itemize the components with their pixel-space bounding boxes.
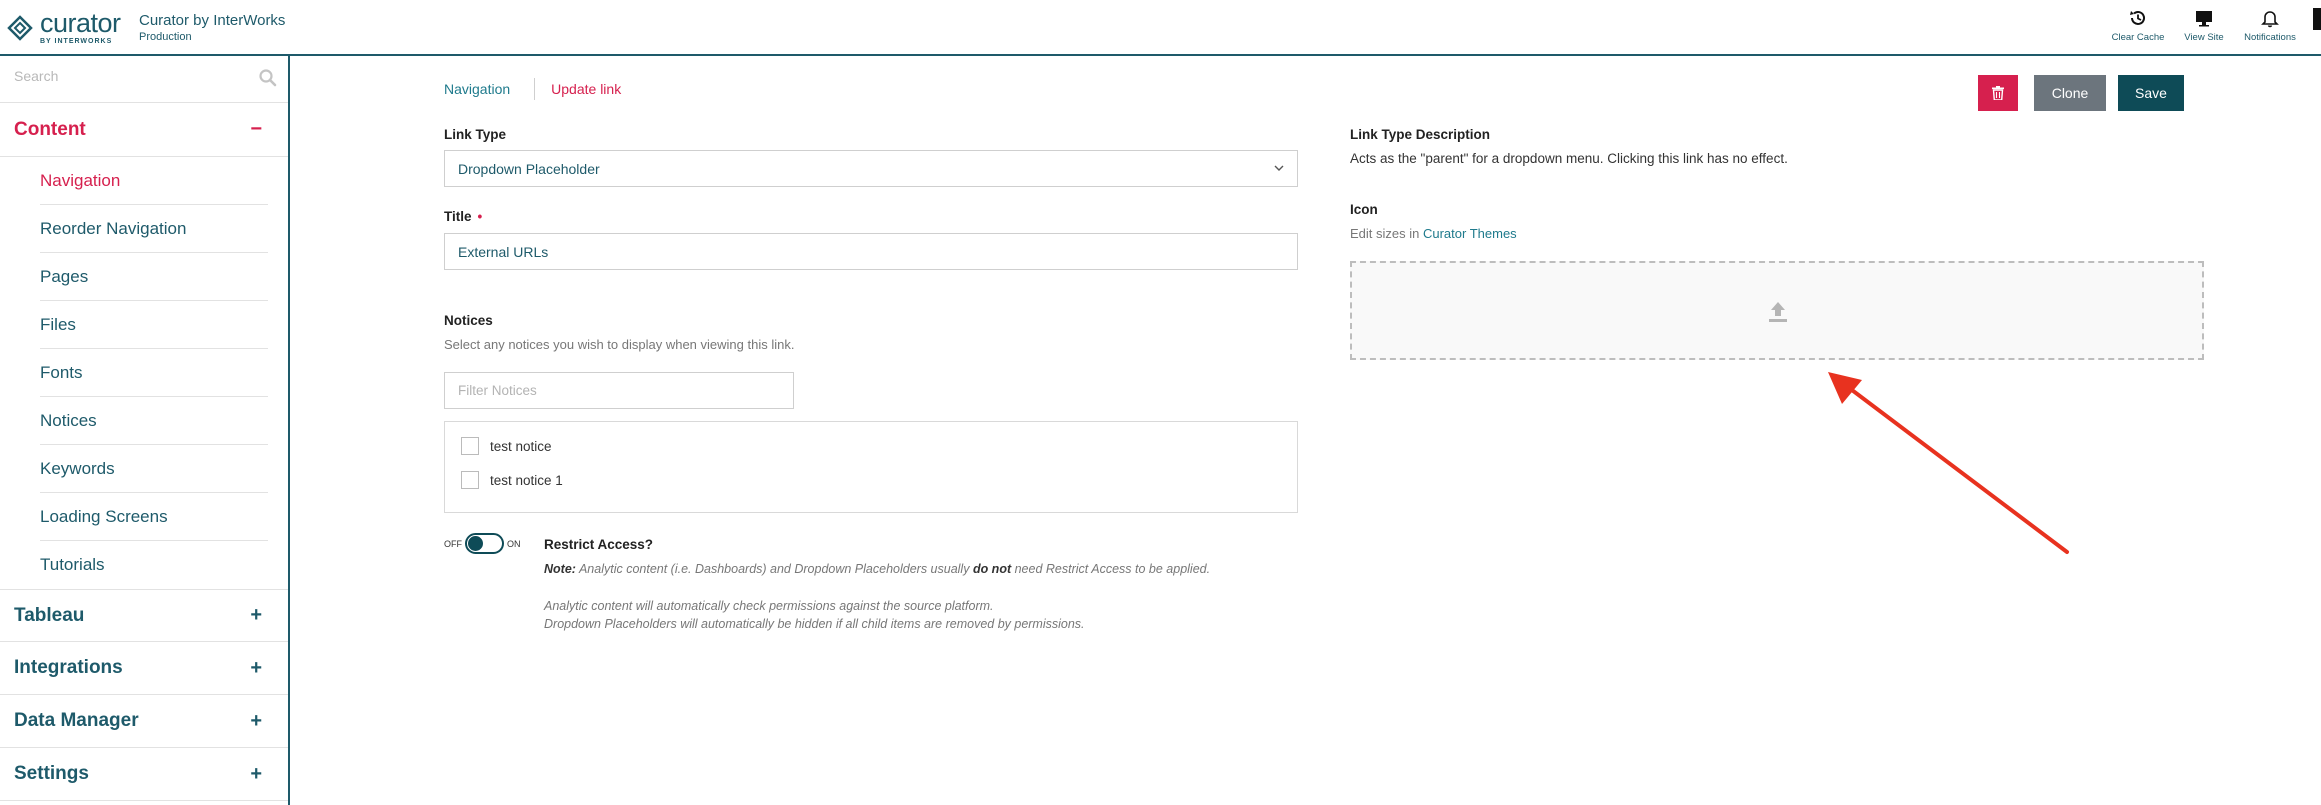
sidebar-section-settings[interactable]: Settings + [0, 748, 288, 801]
sidebar-item-tutorials[interactable]: Tutorials [40, 541, 268, 589]
note-prefix: Note: [544, 562, 576, 576]
trash-icon [1992, 86, 2004, 100]
notice-item[interactable]: test notice 1 [461, 471, 563, 489]
sidebar-section-integrations[interactable]: Integrations + [0, 642, 288, 695]
save-button[interactable]: Save [2118, 75, 2184, 111]
breadcrumb-current: Update link [551, 81, 622, 97]
annotation-arrow [1828, 372, 2069, 554]
clone-button[interactable]: Clone [2034, 75, 2106, 111]
notices-help-text: Select any notices you wish to display w… [444, 337, 795, 352]
link-type-description-text: Acts as the "parent" for a dropdown menu… [1350, 151, 1788, 166]
view-site-label: View Site [2184, 32, 2224, 43]
filter-notices-input[interactable]: Filter Notices [444, 372, 794, 409]
notices-checklist: test notice test notice 1 [444, 421, 1298, 513]
note-text-b: need Restrict Access to be applied. [1011, 562, 1211, 576]
expand-icon[interactable]: + [250, 604, 262, 627]
expand-icon[interactable]: + [250, 657, 262, 680]
breadcrumb-navigation-link[interactable]: Navigation [444, 78, 536, 100]
monitor-icon [2196, 11, 2212, 27]
icon-help-prefix: Edit sizes in [1350, 226, 1423, 241]
checkbox[interactable] [461, 437, 479, 455]
sidebar-section-tableau[interactable]: Tableau + [0, 589, 288, 642]
section-label: Settings [14, 763, 89, 784]
notice-label: test notice [490, 438, 552, 454]
logo-wordmark: curator [40, 8, 121, 38]
expand-icon[interactable]: + [250, 710, 262, 733]
logo-subtext: BY INTERWORKS [40, 38, 113, 45]
sidebar: Content − Navigation Reorder Navigation … [0, 56, 290, 805]
view-site-button[interactable]: View Site [2171, 8, 2237, 43]
restrict-access-line-1: Analytic content will automatically chec… [544, 599, 994, 613]
title-value: External URLs [458, 243, 549, 260]
switch-off-label: OFF [444, 539, 462, 549]
link-type-label: Link Type [444, 127, 507, 142]
chevron-down-icon [1274, 165, 1284, 171]
upload-icon [1769, 302, 1787, 322]
toggle-knob [468, 536, 483, 551]
search-icon[interactable] [258, 68, 278, 88]
bell-icon [2261, 11, 2279, 28]
site-title: Curator by InterWorks [139, 12, 286, 29]
collapse-icon[interactable]: − [250, 118, 262, 141]
restrict-access-line-2: Dropdown Placeholders will automatically… [544, 617, 1085, 631]
notice-label: test notice 1 [490, 472, 563, 488]
sidebar-search [0, 56, 288, 103]
title-label-text: Title [444, 209, 472, 224]
user-menu-icon[interactable] [2313, 8, 2321, 30]
section-label: Content [14, 118, 86, 140]
sidebar-item-keywords[interactable]: Keywords [40, 445, 268, 493]
breadcrumb: Navigation Update link [444, 78, 621, 100]
link-type-description-title: Link Type Description [1350, 127, 1491, 142]
section-label: Data Manager [14, 710, 139, 731]
sidebar-item-navigation[interactable]: Navigation [40, 157, 268, 205]
curator-themes-link[interactable]: Curator Themes [1423, 226, 1517, 241]
title-input[interactable]: External URLs [444, 233, 1298, 270]
sidebar-section-data-manager[interactable]: Data Manager + [0, 695, 288, 748]
sidebar-item-files[interactable]: Files [40, 301, 268, 349]
notifications-button[interactable]: Notifications [2237, 8, 2303, 43]
clear-cache-label: Clear Cache [2111, 32, 2165, 43]
note-bold: do not [972, 562, 1012, 576]
icon-help-text: Edit sizes in Curator Themes [1350, 226, 1517, 241]
sidebar-item-pages[interactable]: Pages [40, 253, 268, 301]
title-label: Title • [444, 209, 482, 224]
notices-label: Notices [444, 313, 493, 328]
curator-logo[interactable]: curator BY INTERWORKS [6, 10, 121, 45]
sidebar-section-content[interactable]: Content − [0, 103, 288, 157]
checkbox[interactable] [461, 471, 479, 489]
notifications-label: Notifications [2244, 32, 2296, 43]
switch-on-label: ON [507, 539, 521, 549]
sidebar-item-notices[interactable]: Notices [40, 397, 268, 445]
icon-title: Icon [1350, 202, 1378, 217]
restrict-access-toggle[interactable] [465, 533, 504, 554]
section-label: Integrations [14, 657, 123, 678]
link-type-select[interactable]: Dropdown Placeholder [444, 150, 1298, 187]
sidebar-item-loading-screens[interactable]: Loading Screens [40, 493, 268, 541]
clear-cache-button[interactable]: Clear Cache [2105, 8, 2171, 43]
section-label: Tableau [14, 604, 85, 626]
clear-cache-icon [2130, 10, 2145, 25]
icon-upload-dropzone[interactable] [1350, 261, 2204, 360]
search-input[interactable] [14, 68, 254, 84]
link-type-value: Dropdown Placeholder [458, 160, 600, 177]
restrict-access-note: Note: Analytic content (i.e. Dashboards)… [544, 562, 1210, 576]
sidebar-item-reorder-navigation[interactable]: Reorder Navigation [40, 205, 268, 253]
curator-logo-icon [7, 14, 33, 41]
expand-icon[interactable]: + [250, 763, 262, 786]
top-header: curator BY INTERWORKS Curator by InterWo… [0, 0, 2321, 56]
note-text-a: Analytic content (i.e. Dashboards) and D… [575, 562, 973, 576]
delete-button[interactable] [1978, 75, 2018, 111]
site-environment: Production [139, 31, 192, 43]
notice-item[interactable]: test notice [461, 437, 552, 455]
sidebar-item-fonts[interactable]: Fonts [40, 349, 268, 397]
required-marker: • [477, 209, 483, 224]
restrict-access-title: Restrict Access? [544, 537, 654, 552]
filter-notices-placeholder: Filter Notices [458, 383, 537, 398]
